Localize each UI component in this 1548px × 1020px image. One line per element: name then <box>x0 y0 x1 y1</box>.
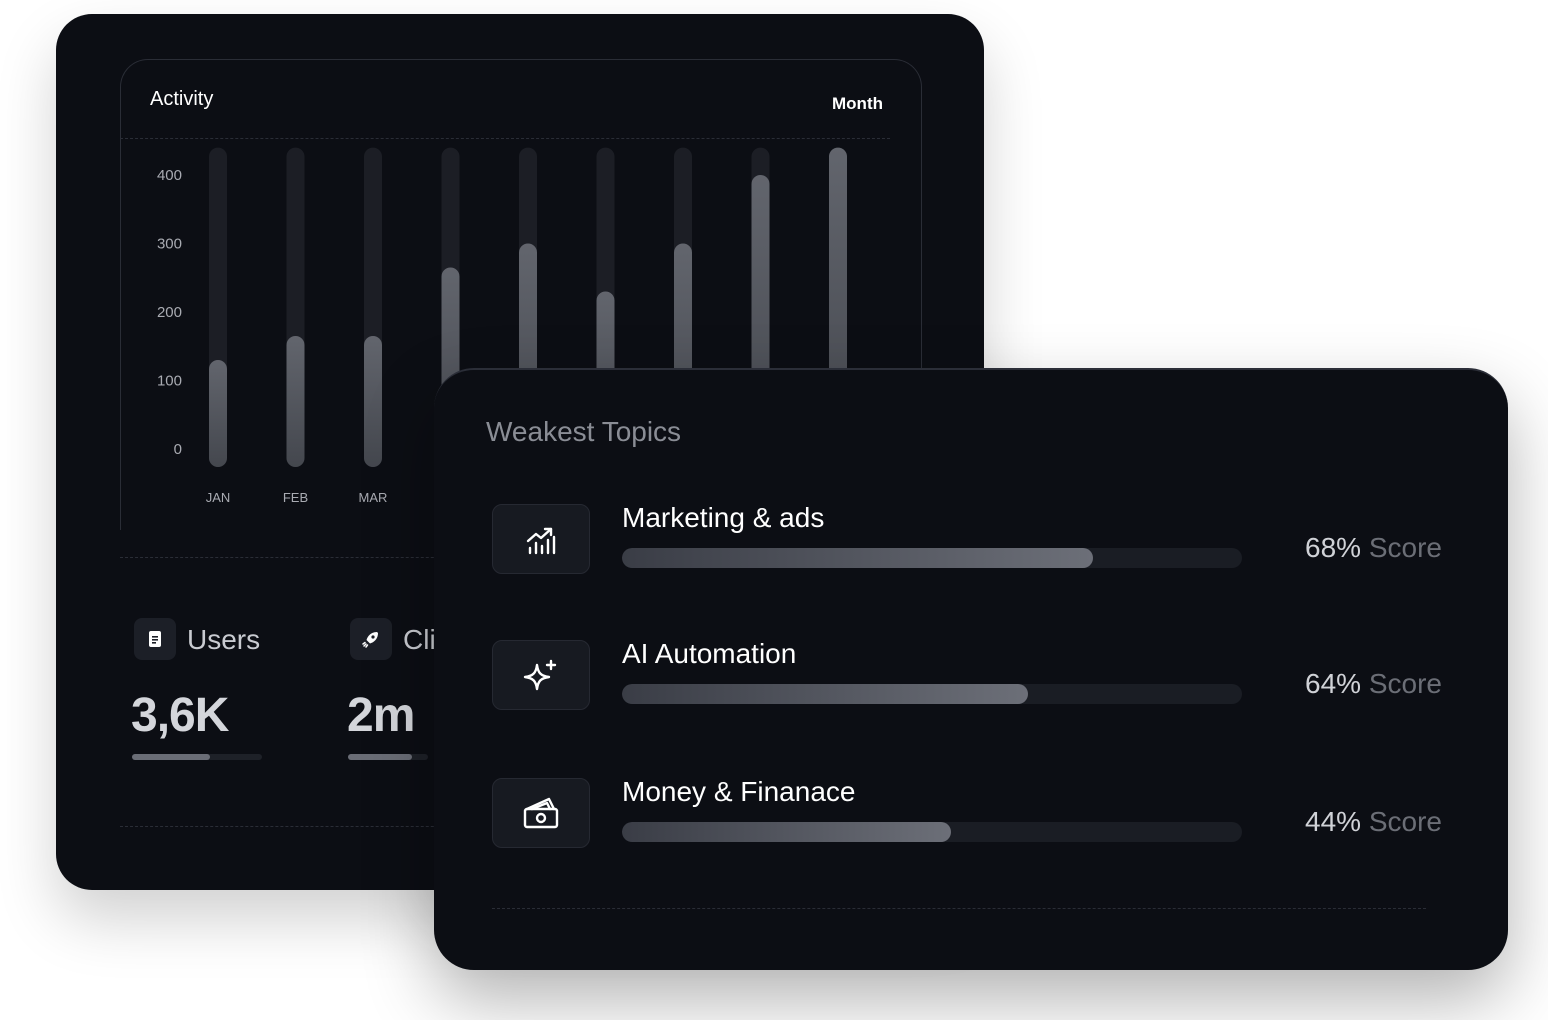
topic-progress-fill <box>622 548 1094 568</box>
stat-value: 3,6K <box>131 689 229 742</box>
topic-progress-fill <box>622 822 951 842</box>
topic-score-percent: 68% <box>1305 532 1362 563</box>
topic-item[interactable]: AI Automation 64% Score <box>492 638 1442 718</box>
bar-feb[interactable] <box>286 335 305 467</box>
stat-progress <box>132 754 262 760</box>
topic-score-label: Score <box>1368 668 1442 699</box>
chart-growth-icon <box>492 504 590 574</box>
topic-name: Money & Finanace <box>622 776 856 807</box>
topic-name: Marketing & ads <box>622 502 825 533</box>
topic-progress <box>622 548 1242 568</box>
weakest-topics-card: Weakest Topics Marketing & ads 68% Score… <box>434 368 1508 970</box>
y-tick-label: 300 <box>157 236 182 253</box>
topic-score-label: Score <box>1368 806 1442 837</box>
stat-label: Cli <box>403 624 436 655</box>
topic-score: 68% Score <box>1305 532 1442 564</box>
divider <box>492 908 1426 909</box>
topic-score-label: Score <box>1368 532 1442 563</box>
money-icon <box>492 778 590 848</box>
y-tick-label: 0 <box>174 441 182 458</box>
bar-mar[interactable] <box>364 335 382 467</box>
bar-jan[interactable] <box>209 359 227 467</box>
y-tick-label: 400 <box>157 167 182 184</box>
y-tick-label: 100 <box>157 373 182 390</box>
topic-name: AI Automation <box>622 638 797 669</box>
x-tick-label: FEB <box>283 490 308 505</box>
topic-score: 44% Score <box>1305 806 1442 838</box>
document-icon <box>134 618 176 660</box>
topic-item[interactable]: Money & Finanace 44% Score <box>492 776 1442 856</box>
stat-progress <box>348 754 428 760</box>
x-tick-label: JAN <box>206 490 231 505</box>
stat-progress-fill <box>348 754 412 760</box>
topic-score-percent: 44% <box>1305 806 1362 837</box>
stat-label: Users <box>187 624 261 655</box>
topic-item[interactable]: Marketing & ads 68% Score <box>492 502 1442 582</box>
topic-progress <box>622 822 1242 842</box>
rocket-icon <box>350 618 392 660</box>
stat-progress-fill <box>132 754 210 760</box>
topic-progress <box>622 684 1242 704</box>
y-tick-label: 200 <box>157 304 182 321</box>
topic-progress-fill <box>622 684 1029 704</box>
topic-score-percent: 64% <box>1305 668 1362 699</box>
stat-value: 2m <box>347 689 415 742</box>
topic-score: 64% Score <box>1305 668 1442 700</box>
weakest-topics-title: Weakest Topics <box>486 416 682 447</box>
sparkle-icon <box>492 640 590 710</box>
x-tick-label: MAR <box>359 490 388 505</box>
